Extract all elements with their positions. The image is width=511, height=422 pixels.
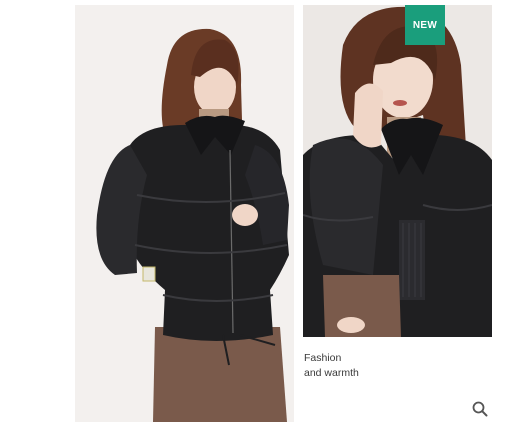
model-closeup-illustration: [303, 5, 492, 337]
new-badge: NEW: [405, 5, 445, 45]
product-photo-full-length[interactable]: [75, 5, 294, 422]
product-caption: Fashion and warmth: [304, 351, 359, 381]
model-full-illustration: [75, 5, 294, 422]
product-photo-closeup[interactable]: [303, 5, 492, 337]
caption-line-2: and warmth: [304, 367, 359, 379]
product-gallery: Fashion and warmth NEW: [0, 0, 511, 422]
magnifier-icon: [472, 401, 488, 417]
caption-line-1: Fashion: [304, 352, 342, 364]
zoom-button[interactable]: [469, 398, 491, 420]
